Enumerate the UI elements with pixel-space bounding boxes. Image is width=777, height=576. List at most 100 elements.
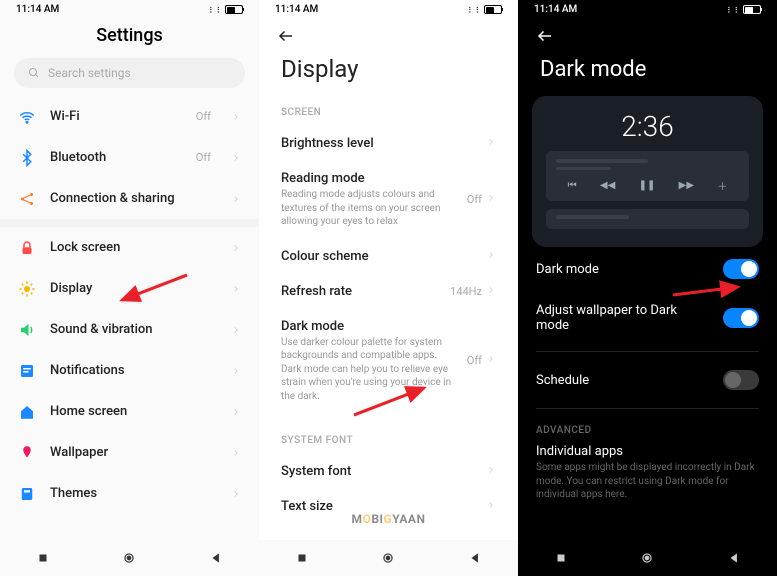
chevron-right-icon — [231, 361, 241, 380]
row-desc: Use darker colour palette for system bac… — [281, 336, 459, 404]
section-header-advanced: ADVANCED — [518, 415, 777, 438]
row-lock-screen[interactable]: Lock screen — [0, 227, 259, 268]
page-title: Settings — [0, 17, 259, 58]
row-status: 144Hz — [450, 285, 482, 298]
search-icon — [28, 67, 40, 79]
toggle-switch[interactable] — [723, 370, 759, 390]
notif-icon — [18, 362, 36, 380]
row-label: Colour scheme — [281, 249, 478, 264]
row-refresh-rate[interactable]: Refresh rate 144Hz — [259, 274, 518, 309]
vod-icon: ⋮⋮ — [466, 6, 481, 14]
status-bar: 11:14 AM ⋮⋮ — [518, 0, 777, 17]
chevron-right-icon — [231, 189, 241, 208]
chevron-right-icon — [486, 137, 496, 150]
toggle-switch[interactable] — [723, 259, 759, 279]
back-button[interactable] — [518, 17, 777, 53]
status-time: 11:14 AM — [16, 4, 59, 15]
row-bluetooth[interactable]: Bluetooth Off — [0, 137, 259, 178]
nav-back-icon[interactable] — [209, 551, 223, 565]
row-colour-scheme[interactable]: Colour scheme — [259, 239, 518, 274]
row-label: Wi-Fi — [50, 109, 182, 124]
row-themes[interactable]: Themes — [0, 473, 259, 514]
row-label: Display — [50, 281, 217, 296]
chevron-right-icon — [231, 402, 241, 421]
row-adjust-wallpaper[interactable]: Adjust wallpaper to Dark mode — [518, 291, 777, 345]
page-title: Dark mode — [518, 53, 777, 96]
divider — [536, 351, 759, 352]
battery-icon — [484, 5, 502, 14]
share-icon — [18, 190, 36, 208]
row-dark-mode-toggle[interactable]: Dark mode — [518, 247, 777, 291]
status-bar: 11:14 AM ⋮⋮ — [0, 0, 259, 17]
row-status: Off — [196, 151, 211, 164]
row-reading-mode[interactable]: Reading modeReading mode adjusts colours… — [259, 161, 518, 239]
row-home-screen[interactable]: Home screen — [0, 391, 259, 432]
navbar — [518, 540, 777, 576]
row-label: Dark mode — [536, 262, 713, 277]
row-label: Schedule — [536, 373, 713, 388]
row-notifications[interactable]: Notifications — [0, 350, 259, 391]
nav-back-icon[interactable] — [468, 551, 482, 565]
pause-icon: ❚❚ — [639, 180, 656, 191]
chevron-right-icon — [486, 250, 496, 263]
row-dark-mode[interactable]: Dark mode Use darker colour palette for s… — [259, 309, 518, 414]
preview-clock: 2:36 — [546, 110, 749, 143]
row-wifi[interactable]: Wi-Fi Off — [0, 96, 259, 137]
toggle-switch[interactable] — [723, 308, 759, 328]
battery-icon — [743, 5, 761, 14]
back-button[interactable] — [259, 17, 518, 53]
row-wallpaper[interactable]: Wallpaper — [0, 432, 259, 473]
chevron-right-icon — [486, 285, 496, 298]
nav-recents-icon[interactable] — [554, 551, 568, 565]
row-display[interactable]: Display — [0, 268, 259, 309]
row-label: Themes — [50, 486, 217, 501]
chevron-right-icon — [231, 443, 241, 462]
status-icons: ⋮⋮ — [466, 5, 502, 14]
nav-home-icon[interactable] — [122, 551, 136, 565]
row-label: Refresh rate — [281, 284, 442, 299]
row-system-font[interactable]: System font — [259, 454, 518, 489]
search-input[interactable]: Search settings — [14, 58, 245, 88]
row-status: Off — [467, 354, 482, 367]
preview-card — [546, 209, 749, 229]
nav-recents-icon[interactable] — [295, 551, 309, 565]
battery-icon — [225, 5, 243, 14]
row-label: Adjust wallpaper to Dark mode — [536, 303, 713, 333]
divider — [536, 408, 759, 409]
row-status: Off — [467, 193, 482, 206]
row-label: Lock screen — [50, 240, 217, 255]
row-sound-vibration[interactable]: Sound & vibration — [0, 309, 259, 350]
nav-back-icon[interactable] — [727, 551, 741, 565]
chevron-right-icon — [231, 107, 241, 126]
sound-icon — [18, 321, 36, 339]
status-icons: ⋮⋮ — [725, 5, 761, 14]
row-individual-apps[interactable]: Individual apps Some apps might be displ… — [518, 438, 777, 514]
divider — [0, 219, 259, 227]
row-label: Home screen — [50, 404, 217, 419]
chevron-right-icon — [231, 279, 241, 298]
chevron-right-icon — [231, 148, 241, 167]
row-brightness-level[interactable]: Brightness level — [259, 126, 518, 161]
nav-home-icon[interactable] — [381, 551, 395, 565]
vod-icon: ⋮⋮ — [207, 6, 222, 14]
prev-track-icon: ⏮ — [568, 180, 577, 191]
navbar — [0, 540, 259, 576]
row-desc: Some apps might be displayed incorrectly… — [536, 461, 759, 502]
status-time: 11:14 AM — [275, 4, 318, 15]
nav-home-icon[interactable] — [640, 551, 654, 565]
row-label: Reading mode — [281, 171, 459, 186]
nav-recents-icon[interactable] — [36, 551, 50, 565]
row-label: Wallpaper — [50, 445, 217, 460]
forward-icon: ▶▶ — [679, 180, 694, 191]
chevron-right-icon — [486, 465, 496, 478]
chevron-right-icon — [231, 238, 241, 257]
vod-icon: ⋮⋮ — [725, 6, 740, 14]
row-label: Dark mode — [281, 319, 459, 334]
row-schedule[interactable]: Schedule — [518, 358, 777, 402]
themes-icon — [18, 485, 36, 503]
row-label: Connection & sharing — [50, 191, 217, 206]
plus-icon: ＋ — [717, 178, 727, 193]
settings-pane: 11:14 AM ⋮⋮ Settings Search settings Wi-… — [0, 0, 259, 576]
row-connection-sharing[interactable]: Connection & sharing — [0, 178, 259, 219]
row-label: System font — [281, 464, 478, 479]
